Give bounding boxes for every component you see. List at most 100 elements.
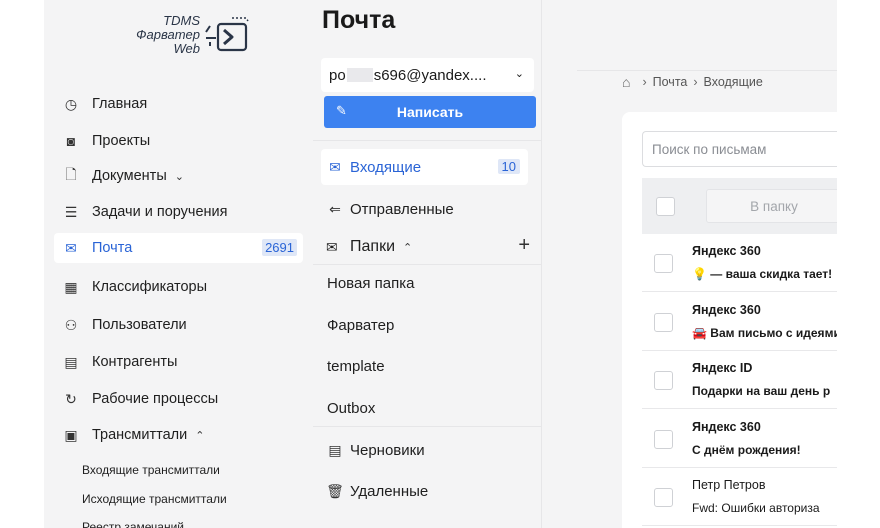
trash-icon: 🗑 bbox=[326, 482, 344, 499]
mail-folders-panel: Почта po s696@yandex.... ⌄ ✎ Написать ✉ … bbox=[313, 0, 542, 528]
row-checkbox[interactable] bbox=[654, 429, 673, 449]
breadcrumb-inbox: Входящие bbox=[703, 75, 763, 89]
sidebar-item-3[interactable]: ☰ Задачи и поручения bbox=[54, 197, 303, 227]
mail-icon: ✉ bbox=[65, 239, 77, 256]
sidebar-item-2[interactable]: 🗋 Документы ⌄ bbox=[54, 161, 303, 191]
chevron-icon: ⌃ bbox=[195, 429, 205, 442]
sidebar-item-label: Классификаторы bbox=[92, 279, 208, 295]
table-row[interactable]: Яндекс 360 💡 — ваша скидка тает! bbox=[642, 234, 837, 292]
account-email-suffix: s696@yandex.... bbox=[373, 66, 487, 84]
sidebar-item-label: Документы bbox=[92, 168, 167, 184]
transmittal-icon: ▣ bbox=[64, 426, 78, 443]
sidebar-item-9[interactable]: ▣ Трансмиттали ⌃ bbox=[54, 420, 303, 450]
list-toolbar: В папку bbox=[642, 178, 837, 234]
message-sender: Петр Петров bbox=[692, 478, 766, 492]
message-sender: Яндекс 360 bbox=[692, 419, 761, 434]
account-email-prefix: po bbox=[329, 66, 346, 84]
sidebar-item-1[interactable]: ◙ Проекты bbox=[54, 126, 303, 156]
message-sender: Яндекс 360 bbox=[692, 302, 761, 317]
chevron-down-icon: ⌄ bbox=[514, 68, 524, 80]
sent-icon: ⇐ bbox=[329, 200, 341, 217]
breadcrumb: ⌂ › Почта › Входящие bbox=[622, 74, 763, 90]
breadcrumb-separator: › bbox=[642, 75, 647, 89]
divider bbox=[313, 264, 542, 265]
message-subject: 🚘 Вам письмо с идеями bbox=[692, 325, 837, 340]
message-list-card: Поиск по письмам В папку Яндекс 360 💡 — в… bbox=[622, 112, 837, 528]
move-to-folder-button[interactable]: В папку bbox=[706, 189, 837, 223]
chevron-icon: ⌄ bbox=[174, 170, 184, 183]
divider bbox=[313, 140, 542, 141]
user-folder-farvater[interactable]: Фарватер bbox=[327, 317, 394, 334]
mail-count-badge: 2691 bbox=[262, 239, 297, 256]
folder-mail-icon: ✉ bbox=[326, 238, 338, 255]
sidebar-item-5[interactable]: ▦ Классификаторы bbox=[54, 272, 303, 302]
tasks-icon: ☰ bbox=[64, 203, 78, 220]
logo-text: TDMS Фарватер Web bbox=[136, 14, 200, 56]
app-logo[interactable]: TDMS Фарватер Web bbox=[114, 12, 254, 60]
nav-sub-remarks-registry[interactable]: Реестр замечаний bbox=[82, 520, 184, 528]
search-input[interactable]: Поиск по письмам bbox=[642, 131, 837, 167]
user-folders-title: Папки bbox=[350, 238, 395, 255]
projects-icon: ◙ bbox=[66, 133, 76, 149]
compose-button[interactable]: ✎ Написать bbox=[324, 96, 536, 128]
add-folder-button[interactable]: + bbox=[518, 234, 530, 257]
row-checkbox[interactable] bbox=[654, 312, 673, 332]
compose-label: Написать bbox=[396, 104, 464, 120]
folder-drafts[interactable]: ▤ Черновики bbox=[321, 432, 528, 468]
grid-icon: ▦ bbox=[64, 278, 78, 295]
message-subject: 💡 — ваша скидка тает! bbox=[692, 267, 833, 281]
document-icon: 🗋 bbox=[65, 166, 77, 182]
folder-trash-label: Удаленные bbox=[350, 482, 429, 500]
message-subject: Fwd: Ошибки авториза bbox=[692, 501, 820, 515]
drafts-icon: ▤ bbox=[328, 441, 342, 458]
folder-sent[interactable]: ⇐ Отправленные bbox=[321, 191, 528, 227]
account-selector[interactable]: po s696@yandex.... ⌄ bbox=[321, 58, 534, 92]
table-row[interactable]: Яндекс 360 С днём рождения! bbox=[642, 410, 837, 468]
folder-inbox[interactable]: ✉ Входящие 10 bbox=[321, 149, 528, 185]
select-all-checkbox[interactable] bbox=[656, 197, 675, 216]
user-folder-outbox[interactable]: Outbox bbox=[327, 400, 375, 417]
row-checkbox[interactable] bbox=[654, 254, 673, 273]
sidebar-item-label: Пользователи bbox=[92, 317, 187, 333]
user-folder-new[interactable]: Новая папка bbox=[327, 275, 414, 292]
page-title: Почта bbox=[322, 6, 396, 34]
breadcrumb-separator: › bbox=[693, 75, 698, 89]
user-folders-header[interactable]: ✉ Папки ⌃ + bbox=[326, 234, 530, 258]
chevron-up-icon: ⌃ bbox=[403, 241, 413, 254]
message-sender: Яндекс ID bbox=[692, 361, 753, 375]
sidebar-item-8[interactable]: ↻ Рабочие процессы bbox=[54, 384, 303, 414]
sidebar-item-6[interactable]: ⚇ Пользователи bbox=[54, 310, 303, 340]
table-row[interactable]: Петр Петров Fwd: Ошибки авториза bbox=[642, 468, 837, 526]
divider bbox=[577, 70, 837, 71]
sidebar-item-4[interactable]: ✉ Почта 2691 bbox=[54, 233, 303, 263]
home-icon[interactable]: ⌂ bbox=[622, 74, 630, 90]
message-subject: С днём рождения! bbox=[692, 442, 801, 457]
row-checkbox[interactable] bbox=[654, 488, 673, 507]
sidebar-item-7[interactable]: ▤ Контрагенты bbox=[54, 347, 303, 377]
sidebar-item-0[interactable]: ◷ Главная bbox=[54, 89, 303, 119]
row-checkbox[interactable] bbox=[654, 371, 673, 390]
clock-icon: ◷ bbox=[64, 95, 78, 112]
folder-drafts-label: Черновики bbox=[350, 441, 425, 459]
folder-sent-label: Отправленные bbox=[350, 200, 454, 218]
nav-sub-incoming-transmittals[interactable]: Входящие трансмиттали bbox=[82, 463, 220, 477]
folder-trash[interactable]: 🗑 Удаленные bbox=[321, 473, 528, 509]
pencil-icon: ✎ bbox=[336, 103, 347, 118]
table-row[interactable]: Яндекс 360 🚘 Вам письмо с идеями bbox=[642, 293, 837, 351]
folder-inbox-count: 10 bbox=[497, 159, 520, 174]
inbox-icon: ✉ bbox=[329, 158, 341, 175]
users-icon: ⚇ bbox=[64, 316, 78, 333]
logo-line-2: Фарватер bbox=[136, 27, 200, 42]
logo-line-1: TDMS bbox=[163, 13, 200, 28]
sidebar-item-label: Проекты bbox=[92, 133, 151, 149]
folder-inbox-label: Входящие bbox=[350, 158, 422, 176]
breadcrumb-mail[interactable]: Почта bbox=[653, 75, 688, 89]
sidebar-item-label: Почта bbox=[92, 240, 133, 256]
user-folder-template[interactable]: template bbox=[327, 358, 385, 375]
logo-line-3: Web bbox=[173, 41, 201, 56]
message-subject: Подарки на ваш день р bbox=[692, 384, 831, 398]
sidebar-item-label: Задачи и поручения bbox=[92, 204, 228, 220]
table-row[interactable]: Яндекс ID Подарки на ваш день р bbox=[642, 351, 837, 409]
nav-sub-outgoing-transmittals[interactable]: Исходящие трансмиттали bbox=[82, 492, 227, 506]
workflow-icon: ↻ bbox=[65, 390, 77, 407]
